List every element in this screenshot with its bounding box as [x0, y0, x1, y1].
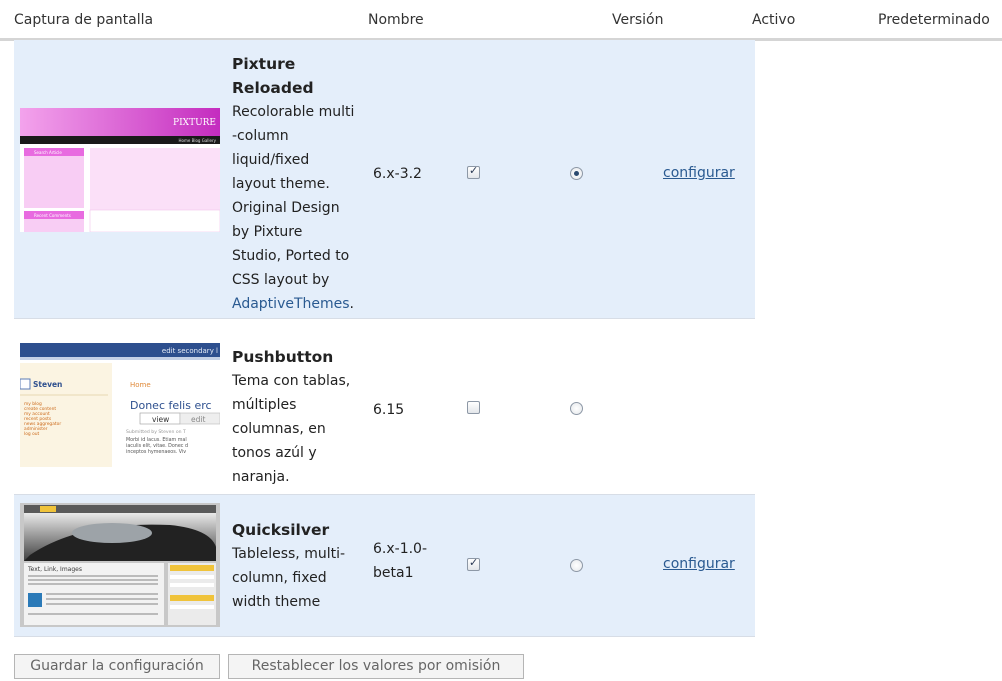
active-checkbox[interactable] [467, 556, 480, 571]
theme-info-quicksilver: Quicksilver Tableless, multi- column, fi… [232, 518, 370, 614]
theme-description-line: naranja. [232, 469, 290, 485]
theme-description-line: tonos azúl y [232, 445, 317, 461]
column-header-active: Activo [752, 12, 796, 28]
table-row: Text, Link, Images Quicksilver Tableless… [14, 495, 755, 637]
default-radio[interactable] [570, 559, 583, 572]
theme-name-cont: Reloaded [232, 79, 314, 97]
pushbutton-home-crumb: Home [130, 381, 151, 389]
default-radio[interactable] [570, 167, 583, 180]
column-header-name: Nombre [368, 12, 424, 28]
pushbutton-edit-tab: edit [191, 415, 205, 424]
pushbutton-node-title: Donec felis erc [130, 399, 212, 412]
theme-description-line: Recolorable multi [232, 104, 355, 120]
theme-screenshot-quicksilver: Text, Link, Images [20, 503, 220, 627]
pushbutton-user-name: Steven [33, 380, 62, 389]
theme-screenshot-pixture: PIXTURE Home Blog Gallery Search Article… [20, 108, 220, 232]
column-header-version: Versión [612, 12, 664, 28]
theme-description-line: liquid/fixed [232, 152, 310, 168]
theme-description-line: layout theme. [232, 176, 330, 192]
theme-description-line: width theme [232, 594, 321, 610]
table-header: Captura de pantalla Nombre Versión Activ… [0, 0, 1002, 41]
pushbutton-view-tab: view [152, 415, 169, 424]
pixture-nav-text: Home Blog Gallery [179, 138, 217, 143]
theme-name: Pixture [232, 55, 296, 73]
theme-version: 6.15 [373, 402, 405, 418]
pushbutton-submitted-line: Submitted by Steven on T [126, 429, 186, 435]
active-checkbox[interactable] [467, 401, 480, 414]
pushbutton-body-line: Morbi id lacus. Etiam mal [126, 437, 187, 443]
theme-description-line: -column [232, 128, 289, 144]
adaptivethemes-link[interactable]: AdaptiveThemes [232, 296, 350, 312]
pushbutton-menu-item: log out [24, 431, 40, 437]
active-checkbox[interactable] [467, 164, 480, 179]
theme-name: Quicksilver [232, 521, 330, 539]
theme-version: 6.x-1.0- beta1 [373, 537, 443, 585]
theme-name: Pushbutton [232, 348, 334, 366]
theme-description-line: CSS layout by [232, 272, 330, 288]
pushbutton-body-line: iaculis elit, vitae. Donec d [126, 443, 188, 449]
quicksilver-content-title: Text, Link, Images [27, 566, 82, 573]
save-configuration-button[interactable]: Guardar la configuración [14, 654, 220, 679]
pushbutton-top-link: edit secondary l [162, 347, 218, 355]
configure-link[interactable]: configurar [663, 165, 735, 181]
pushbutton-body-line: inceptos hymenaeos. Viv [126, 449, 186, 455]
theme-description-line: múltiples [232, 397, 297, 413]
theme-description-line: column, fixed [232, 570, 327, 586]
theme-description-line: by Pixture [232, 224, 303, 240]
theme-description-line: Tema con tablas, [232, 373, 351, 389]
pixture-block1-title: Search Article [34, 150, 62, 155]
column-header-default: Predeterminado [878, 12, 990, 28]
reset-defaults-button[interactable]: Restablecer los valores por omisión [228, 654, 524, 679]
theme-screenshot-pushbutton: edit secondary l Steven my blog create c… [20, 343, 220, 467]
theme-version-line: 6.x-1.0- [373, 541, 428, 557]
theme-info-pushbutton: Pushbutton Tema con tablas, múltiples co… [232, 345, 370, 489]
theme-description-line: Studio, Ported to [232, 248, 350, 264]
description-period: . [349, 296, 354, 312]
theme-description-line: columnas, en [232, 421, 326, 437]
pixture-block2-title: Recent Comments [34, 213, 71, 218]
theme-info-pixture: Pixture Reloaded Recolorable multi -colu… [232, 52, 370, 316]
configure-link[interactable]: configurar [663, 556, 735, 572]
table-row: PIXTURE Home Blog Gallery Search Article… [14, 40, 755, 319]
pixture-logo-text: PIXTURE [173, 118, 216, 128]
column-header-screenshot: Captura de pantalla [14, 12, 154, 28]
default-radio[interactable] [570, 402, 583, 415]
theme-version: 6.x-3.2 [373, 166, 422, 182]
theme-description-line: Original Design [232, 200, 340, 216]
table-row: edit secondary l Steven my blog create c… [14, 319, 755, 495]
theme-version-line: beta1 [373, 565, 414, 581]
theme-description-line: Tableless, multi- [232, 546, 346, 562]
